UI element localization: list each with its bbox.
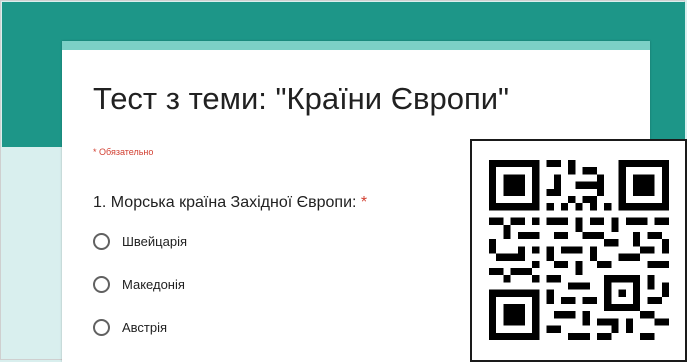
- required-asterisk: *: [360, 194, 368, 211]
- option-label: Македонія: [122, 277, 185, 292]
- option-makedoniia[interactable]: Македонія: [93, 276, 185, 293]
- card-accent-bar: [62, 41, 650, 50]
- form-title: Тест з теми: "Країни Європи": [93, 81, 510, 116]
- radio-button[interactable]: [93, 276, 110, 293]
- option-avstriia[interactable]: Австрія: [93, 319, 167, 336]
- qr-code-icon: [489, 160, 669, 340]
- question-title: 1. Морська країна Західної Європи: *: [93, 194, 367, 212]
- radio-button[interactable]: [93, 233, 110, 250]
- qr-code-panel: [470, 139, 687, 362]
- option-label: Австрія: [122, 320, 168, 335]
- option-shveitsariia[interactable]: Швейцарія: [93, 233, 187, 250]
- question-text: 1. Морська країна Західної Європи:: [93, 194, 357, 211]
- required-note: * Обязательно: [93, 147, 154, 157]
- option-label: Швейцарія: [122, 234, 187, 249]
- radio-button[interactable]: [93, 319, 110, 336]
